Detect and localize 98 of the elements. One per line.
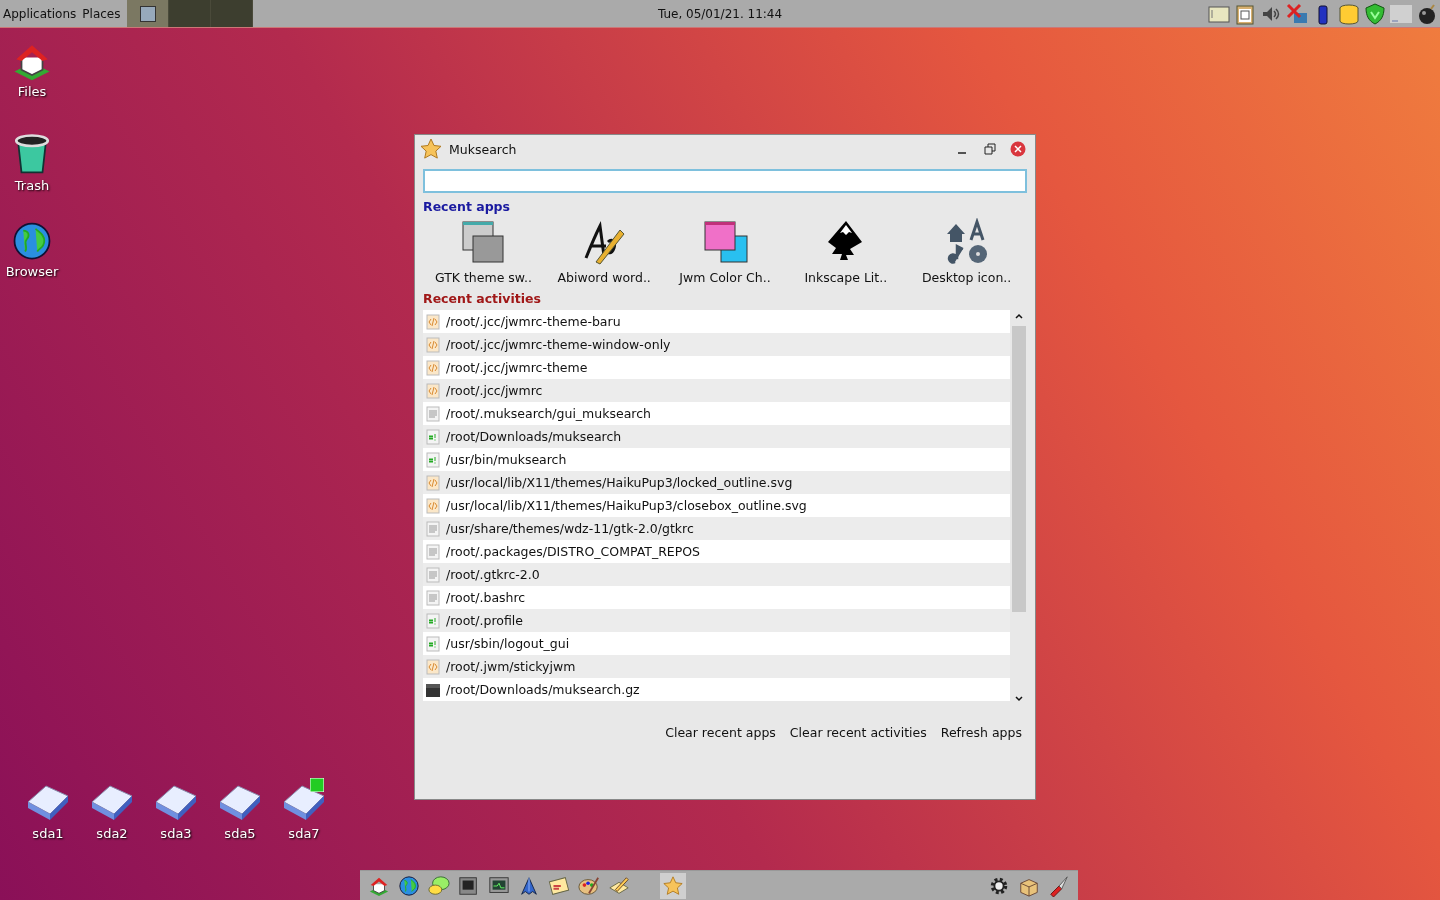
file-path: /root/Downloads/muksearch xyxy=(446,429,622,444)
action-button[interactable]: Clear recent apps xyxy=(660,721,781,744)
drive-icon[interactable] xyxy=(1338,2,1360,25)
file-path: /root/.jcc/jwmrc-theme xyxy=(446,360,588,375)
app-launcher[interactable]: Desktop icon.. xyxy=(907,218,1026,285)
code-file-icon xyxy=(426,382,440,399)
scrollbar-thumb[interactable] xyxy=(1011,326,1026,612)
app-launcher[interactable]: Inkscape Lit.. xyxy=(786,218,905,285)
section-heading: Recent activities xyxy=(423,291,542,306)
script-file-icon xyxy=(426,428,440,445)
activity-row[interactable]: /root/.jcc/jwmrc-theme xyxy=(423,356,1010,379)
action-button[interactable]: Refresh apps xyxy=(935,721,1027,744)
text-file-icon xyxy=(426,566,440,583)
terminal-icon xyxy=(458,874,480,897)
desktop-icon-label[interactable]: Files xyxy=(17,84,47,99)
window-thumbnail xyxy=(139,5,156,22)
palette-icon xyxy=(578,874,600,897)
code-file-icon xyxy=(426,658,440,675)
file-path: /usr/bin/muksearch xyxy=(446,452,567,467)
file-path: /usr/local/lib/X11/themes/HaikuPup3/locked_outline.svg xyxy=(446,475,793,490)
archive-file-icon xyxy=(426,681,440,698)
app-launcher[interactable]: GTK theme sw.. xyxy=(424,218,543,285)
bomb-icon[interactable] xyxy=(1416,2,1438,25)
activity-row[interactable]: /root/.jwm/stickyjwm xyxy=(423,655,1010,678)
script-file-icon xyxy=(426,635,440,652)
notepad-icon xyxy=(548,874,570,897)
menu-button[interactable]: Places xyxy=(79,0,124,27)
star-icon xyxy=(419,137,443,161)
clipboard-icon[interactable] xyxy=(1234,2,1256,25)
file-path: /root/.jwm/stickyjwm xyxy=(446,659,576,674)
desktop-icon-label[interactable]: sda1 xyxy=(32,826,64,841)
desktop-icon-label[interactable]: Trash xyxy=(14,178,50,193)
workspace-tile[interactable] xyxy=(169,0,212,27)
file-path: /root/.packages/DISTRO_COMPAT_REPOS xyxy=(446,544,701,559)
activity-row[interactable]: /root/.bashrc xyxy=(423,586,1010,609)
text-file-icon xyxy=(426,405,440,422)
section-heading: Recent apps xyxy=(423,199,511,214)
desktop-icon-label[interactable]: sda7 xyxy=(288,826,320,841)
file-path: /root/.bashrc xyxy=(446,590,526,605)
activity-row[interactable]: /root/.profile xyxy=(423,609,1010,632)
code-file-icon xyxy=(426,336,440,353)
activity-row[interactable]: /root/.packages/DISTRO_COMPAT_REPOS xyxy=(423,540,1010,563)
file-path: /usr/sbin/logout_gui xyxy=(446,636,570,651)
desktop-icon-label[interactable]: sda3 xyxy=(160,826,192,841)
globe-icon xyxy=(11,220,53,262)
activity-row[interactable]: /usr/share/themes/wdz-11/gtk-2.0/gtkrc xyxy=(423,517,1010,540)
file-path: /usr/local/lib/X11/themes/HaikuPup3/closebox_outline.svg xyxy=(446,498,807,513)
activity-row[interactable]: /root/Downloads/muksearch.gz xyxy=(423,678,1010,701)
desktop-icon-label[interactable]: sda2 xyxy=(96,826,128,841)
text-file-icon xyxy=(426,520,440,537)
knife-icon xyxy=(1048,874,1070,897)
clock: Tue, 05/01/21. 11:44 xyxy=(657,6,783,21)
file-path: /root/Downloads/muksearch.gz xyxy=(446,682,640,697)
star-icon xyxy=(662,874,684,897)
file-path: /root/.jcc/jwmrc xyxy=(446,383,543,398)
activity-row[interactable]: /usr/local/lib/X11/themes/HaikuPup3/closebox_outline.svg xyxy=(423,494,1010,517)
globe-icon xyxy=(398,874,420,897)
workspace-tile[interactable] xyxy=(127,0,170,27)
window-title: Muksearch xyxy=(449,141,518,157)
script-file-icon xyxy=(426,451,440,468)
code-file-icon xyxy=(426,313,440,330)
workspace-tile[interactable] xyxy=(211,0,254,27)
activity-row[interactable]: /root/.jcc/jwmrc-theme-window-only xyxy=(423,333,1010,356)
file-path: /usr/share/themes/wdz-11/gtk-2.0/gtkrc xyxy=(446,521,694,536)
file-path: /root/.jcc/jwmrc-theme-baru xyxy=(446,314,621,329)
code-file-icon xyxy=(426,359,440,376)
app-launcher[interactable]: Jwm Color Ch.. xyxy=(666,218,784,285)
activity-row[interactable]: /root/.muksearch/gui_muksearch xyxy=(423,402,1010,425)
minimize-icon xyxy=(958,152,966,154)
search-field[interactable] xyxy=(423,169,1027,193)
close-icon xyxy=(1010,141,1026,157)
code-file-icon xyxy=(426,474,440,491)
file-path: /root/.muksearch/gui_muksearch xyxy=(446,406,651,421)
action-button[interactable]: Clear recent activities xyxy=(784,721,932,744)
shield-icon[interactable] xyxy=(1364,2,1386,25)
text-file-icon xyxy=(426,589,440,606)
text-file-icon xyxy=(426,543,440,560)
file-path: /root/.profile xyxy=(446,613,523,628)
maximize-icon xyxy=(984,143,996,155)
desktop-icon-label[interactable]: Browser xyxy=(5,264,59,279)
activity-row[interactable]: /usr/local/lib/X11/themes/HaikuPup3/locked_outline.svg xyxy=(423,471,1010,494)
pencil-paper-icon xyxy=(608,874,630,897)
activity-row[interactable]: /root/Downloads/muksearch xyxy=(423,425,1010,448)
activity-row[interactable]: /root/.jcc/jwmrc-theme-baru xyxy=(423,310,1010,333)
menu-button[interactable]: Applications xyxy=(0,0,80,27)
pen-icon xyxy=(518,874,540,897)
activity-row[interactable]: /root/.gtkrc-2.0 xyxy=(423,563,1010,586)
script-file-icon xyxy=(426,612,440,629)
activity-row[interactable]: /root/.jcc/jwmrc xyxy=(423,379,1010,402)
activity-row[interactable]: /usr/sbin/logout_gui xyxy=(423,632,1010,655)
speech-bubbles-icon xyxy=(428,874,450,897)
code-file-icon xyxy=(426,497,440,514)
file-path: /root/.gtkrc-2.0 xyxy=(446,567,540,582)
activity-row[interactable]: /usr/bin/muksearch xyxy=(423,448,1010,471)
desktop-icon-label[interactable]: sda5 xyxy=(224,826,256,841)
file-path: /root/.jcc/jwmrc-theme-window-only xyxy=(446,337,671,352)
windows-icon xyxy=(701,218,749,266)
app-launcher[interactable]: Abiword word.. xyxy=(545,218,664,285)
